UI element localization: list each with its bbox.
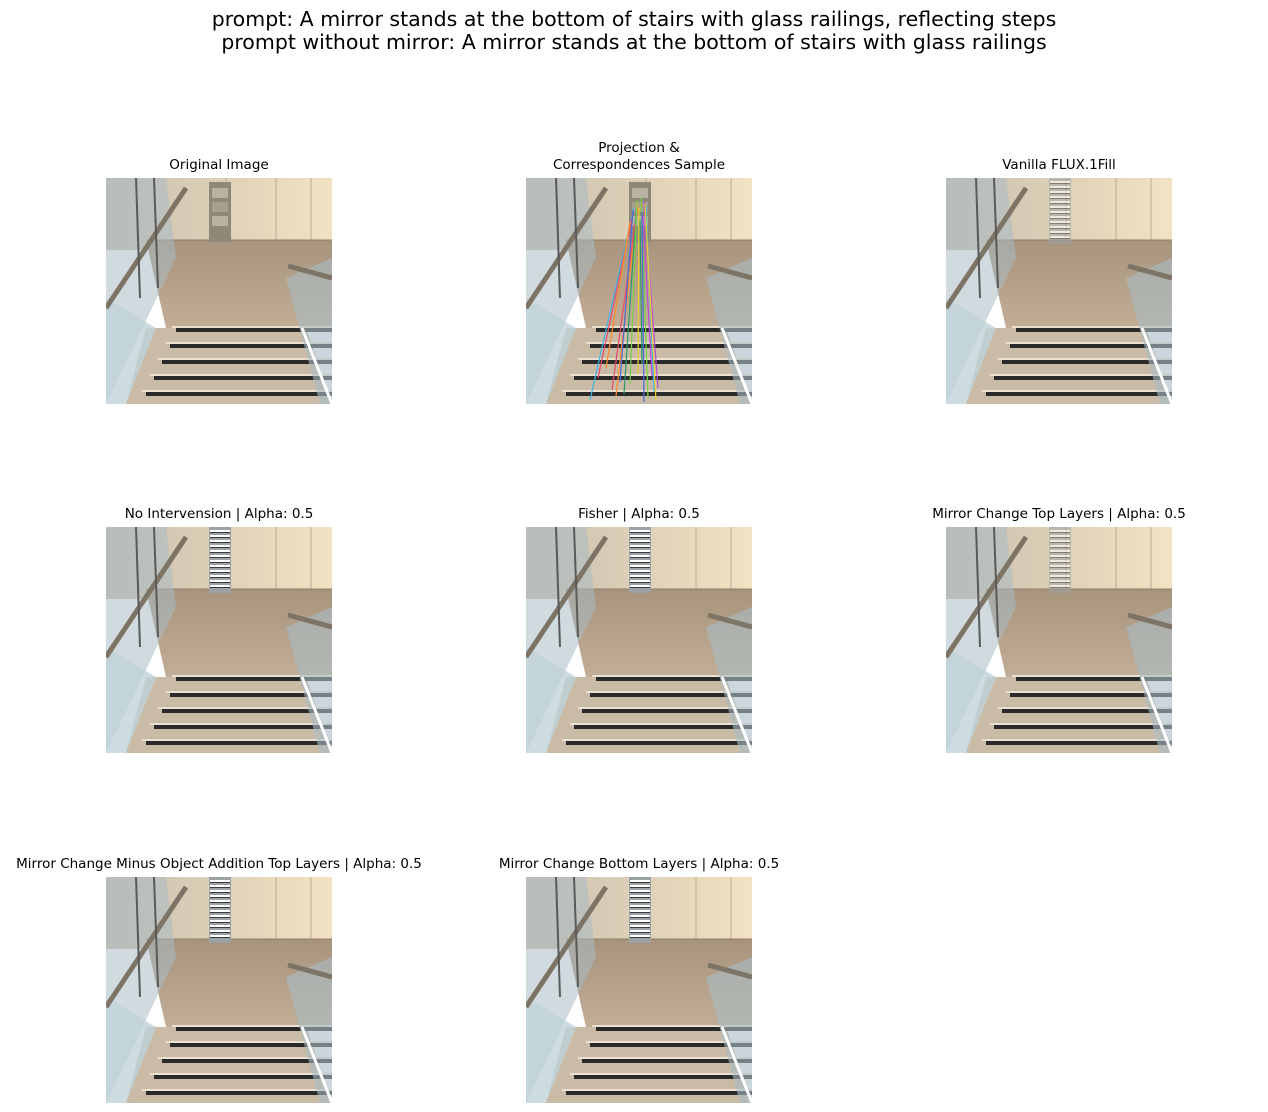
- panel-original-image: [106, 178, 332, 404]
- figure-title-line-2: prompt without mirror: A mirror stands a…: [221, 30, 1047, 54]
- panel-vanilla-flux: [946, 178, 1172, 404]
- panel-title-minus-object: Mirror Change Minus Object Addition Top …: [16, 856, 422, 872]
- panel-title-bottom-layers: Mirror Change Bottom Layers | Alpha: 0.5: [498, 856, 780, 872]
- figure-title-line-1: prompt: A mirror stands at the bottom of…: [211, 7, 1057, 31]
- panel-top-layers: [946, 527, 1172, 753]
- panel-title-projection-line-2: Correspondences Sample: [552, 157, 726, 173]
- panel-title-fisher: Fisher | Alpha: 0.5: [578, 506, 700, 522]
- panel-title-projection: Projection & Correspondences Sample: [553, 140, 725, 174]
- panel-bottom-layers: [526, 877, 752, 1103]
- panel-title-vanilla: Vanilla FLUX.1Fill: [1002, 157, 1116, 173]
- panel-title-no-intervention: No Intervension | Alpha: 0.5: [124, 506, 314, 522]
- panel-fisher: [526, 527, 752, 753]
- panel-title-projection-line-1: Projection &: [598, 140, 680, 156]
- figure-title: prompt: A mirror stands at the bottom of…: [0, 8, 1268, 54]
- panel-title-top-layers: Mirror Change Top Layers | Alpha: 0.5: [932, 506, 1186, 522]
- panel-no-intervention: [106, 527, 332, 753]
- panel-title-original: Original Image: [169, 157, 269, 173]
- panel-projection-correspondences: [526, 178, 752, 404]
- panel-minus-object: [106, 877, 332, 1103]
